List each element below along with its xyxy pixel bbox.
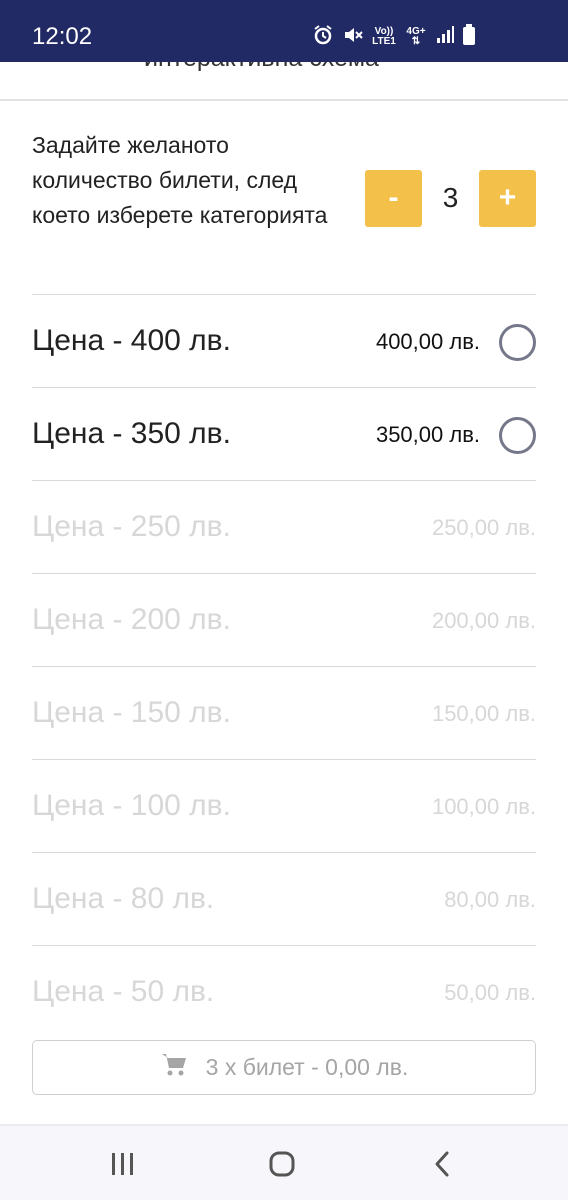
home-icon[interactable] [262, 1148, 302, 1180]
price-category-name: Цена - 350 лв. [32, 417, 231, 450]
add-to-cart-button[interactable]: 3 x билет - 0,00 лв. [32, 1040, 536, 1095]
increase-quantity-button[interactable]: + [479, 169, 536, 227]
price-category-radio[interactable] [499, 417, 536, 454]
quantity-value: 3 [442, 182, 459, 213]
signal-icon [436, 25, 454, 49]
back-icon[interactable] [422, 1148, 462, 1180]
cart-summary: 3 x билет - 0,00 лв. [205, 1054, 409, 1080]
status-bar: 12:02 Vo)) LTE1 4G+ ⇅ [0, 0, 568, 62]
shopping-cart-icon [160, 1052, 188, 1084]
status-time: 12:02 [32, 23, 93, 50]
alarm-icon [312, 24, 334, 51]
quantity-stepper: - 3 + [365, 169, 536, 227]
mute-icon [342, 24, 364, 51]
price-category-amount: 100,00 лв. [431, 794, 536, 819]
decrease-quantity-button[interactable]: - [365, 169, 422, 227]
4g-indicator: 4G+ ⇅ [406, 26, 426, 47]
price-category-name: Цена - 150 лв. [32, 696, 231, 729]
price-category-name: Цена - 50 лв. [32, 975, 215, 1008]
price-category-amount: 250,00 лв. [431, 515, 536, 540]
price-category-row[interactable]: Цена - 400 лв. 400,00 лв. [32, 294, 536, 387]
price-category-row-disabled: Цена - 100 лв. 100,00 лв. [32, 759, 536, 852]
status-icons: Vo)) LTE1 4G+ ⇅ [312, 23, 476, 51]
price-category-amount: 150,00 лв. [431, 701, 536, 726]
price-category-amount: 50,00 лв. [444, 980, 536, 1005]
price-category-radio[interactable] [499, 324, 536, 361]
price-category-row-disabled: Цена - 200 лв. 200,00 лв. [32, 573, 536, 666]
price-category-name: Цена - 400 лв. [32, 324, 231, 357]
price-category-row-disabled: Цена - 250 лв. 250,00 лв. [32, 480, 536, 573]
page-header: интерактивна схема [0, 62, 568, 101]
price-category-row-disabled: Цена - 50 лв. 50,00 лв. [32, 945, 536, 1038]
battery-icon [462, 23, 476, 51]
network-bottom-text: LTE1 [372, 36, 396, 47]
price-category-list: Цена - 400 лв. 400,00 лв. Цена - 350 лв.… [32, 294, 536, 1038]
recent-apps-icon[interactable] [103, 1148, 143, 1180]
price-category-name: Цена - 80 лв. [32, 882, 215, 915]
quantity-instruction: Задайте желаното количество билети, след… [32, 132, 328, 228]
price-category-name: Цена - 100 лв. [32, 789, 231, 822]
price-category-row-disabled: Цена - 150 лв. 150,00 лв. [32, 666, 536, 759]
price-category-amount: 350,00 лв. [375, 422, 480, 447]
android-navigation-bar [0, 1124, 568, 1200]
price-category-amount: 80,00 лв. [444, 887, 536, 912]
price-category-amount: 400,00 лв. [375, 329, 480, 354]
network-label: Vo)) LTE1 [372, 27, 396, 47]
price-category-row[interactable]: Цена - 350 лв. 350,00 лв. [32, 387, 536, 480]
interactive-map-title: интерактивна схема [144, 62, 379, 73]
price-category-name: Цена - 250 лв. [32, 510, 231, 543]
ticket-quantity-section: Задайте желаното количество билети, след… [32, 128, 536, 294]
price-category-amount: 200,00 лв. [431, 608, 536, 633]
price-category-row-disabled: Цена - 80 лв. 80,00 лв. [32, 852, 536, 945]
price-category-name: Цена - 200 лв. [32, 603, 231, 636]
